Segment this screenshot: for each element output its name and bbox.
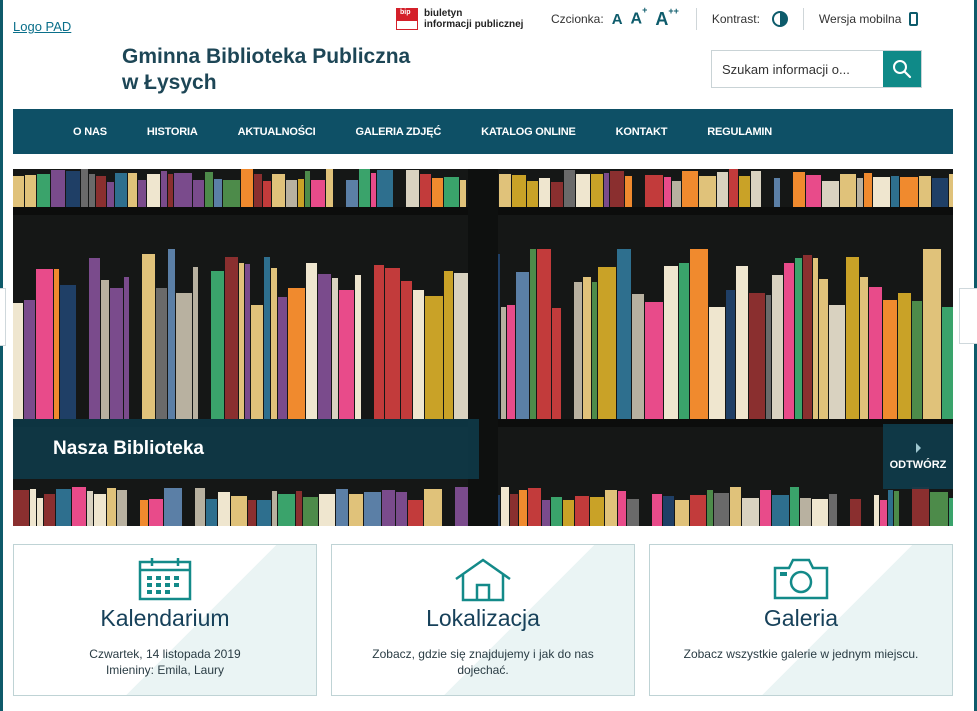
card-galeria[interactable]: Galeria Zobacz wszystkie galerie w jedny…	[649, 544, 953, 696]
nav-item-kontakt[interactable]: KONTAKT	[616, 126, 668, 138]
search-box	[711, 50, 922, 88]
card-kalendarium[interactable]: Kalendarium Czwartek, 14 listopada 2019 …	[13, 544, 317, 696]
site-title-line2: w Łysych	[122, 71, 217, 94]
bip-mark: bip	[400, 9, 411, 16]
nav-item-o-nas[interactable]: O NAS	[73, 126, 107, 138]
hero-slider[interactable]: Nasza Biblioteka ODTWÓRZ	[13, 169, 953, 526]
card-title: Kalendarium	[100, 605, 230, 631]
card-title: Galeria	[763, 605, 839, 631]
search-input[interactable]	[712, 51, 883, 87]
accessibility-tools: Czcionka: A A+ A++ Kontrast: Wersja mobi…	[551, 5, 919, 30]
font-size-label: Czcionka:	[551, 12, 604, 26]
card-description: Czwartek, 14 listopada 2019 Imieniny: Em…	[89, 647, 241, 677]
search-button[interactable]	[883, 51, 921, 87]
nav-item-katalog-online[interactable]: KATALOG ONLINE	[481, 126, 576, 138]
hero-caption-text: Nasza Biblioteka	[53, 438, 204, 459]
calendar-icon	[138, 558, 192, 601]
contrast-toggle-icon[interactable]	[771, 11, 788, 27]
site-title-line1: Gminna Biblioteka Publiczna	[122, 45, 411, 68]
bip-logo-icon: bip	[396, 8, 420, 30]
bip-link[interactable]: bip biuletyn informacji publicznej	[396, 8, 523, 30]
font-size-large-button[interactable]: A+	[631, 5, 648, 28]
play-button-label: ODTWÓRZ	[889, 458, 947, 471]
search-icon	[893, 60, 912, 79]
main-nav: O NAS HISTORIA AKTUALNOŚCI GALERIA ZDJĘĆ…	[13, 109, 953, 154]
logo-link[interactable]: Logo PAD	[13, 19, 71, 34]
right-side-tab[interactable]	[959, 288, 977, 344]
nav-item-regulamin[interactable]: REGULAMIN	[707, 126, 772, 138]
left-side-tab[interactable]	[0, 288, 6, 346]
card-description: Zobacz, gdzie się znajdujemy i jak do na…	[372, 647, 594, 677]
bip-line2: informacji publicznej	[424, 19, 524, 30]
bip-line1: biuletyn	[424, 8, 463, 19]
nav-item-aktualnosci[interactable]: AKTUALNOŚCI	[238, 126, 316, 138]
divider	[802, 8, 804, 30]
card-description: Zobacz wszystkie galerie w jednym miejsc…	[683, 647, 919, 661]
font-size-normal-button[interactable]: A	[612, 11, 623, 28]
nav-item-historia[interactable]: HISTORIA	[147, 126, 198, 138]
camera-icon	[773, 558, 829, 600]
mobile-phone-icon[interactable]	[909, 12, 919, 26]
mobile-version-link[interactable]: Wersja mobilna	[819, 12, 901, 26]
play-button[interactable]: ODTWÓRZ	[883, 424, 953, 489]
left-edge-bar	[0, 0, 3, 711]
site-title[interactable]: Gminna Biblioteka Publiczna w Łysych	[122, 44, 410, 96]
nav-item-galeria-zdjec[interactable]: GALERIA ZDJĘĆ	[355, 126, 441, 138]
divider	[695, 8, 697, 30]
house-icon	[455, 558, 511, 602]
hero-caption[interactable]: Nasza Biblioteka	[13, 419, 479, 479]
play-arrow-icon	[915, 442, 921, 453]
contrast-label: Kontrast:	[711, 12, 760, 26]
card-title: Lokalizacja	[426, 605, 540, 631]
font-size-xlarge-button[interactable]: A++	[655, 6, 679, 30]
card-lokalizacja[interactable]: Lokalizacja Zobacz, gdzie się znajdujemy…	[331, 544, 635, 696]
